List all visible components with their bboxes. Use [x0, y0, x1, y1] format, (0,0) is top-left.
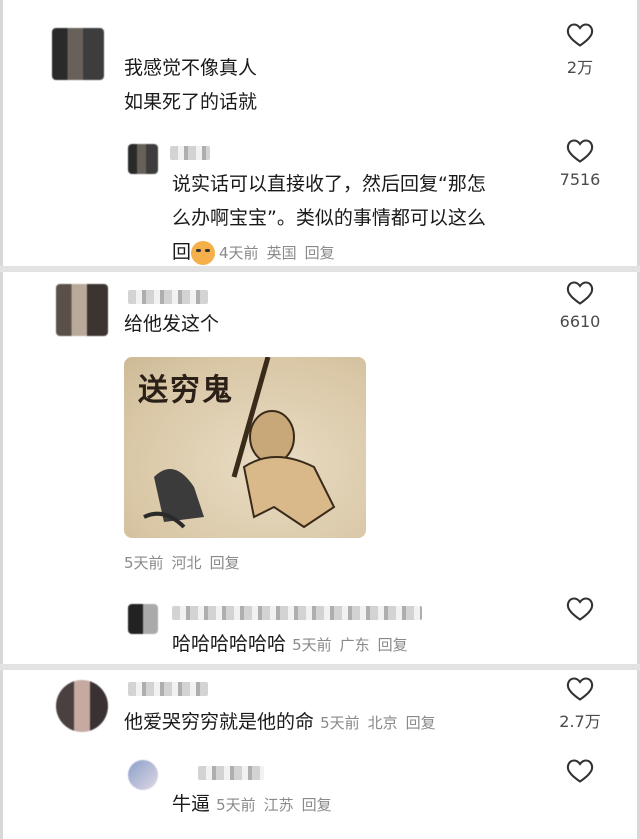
reply-button[interactable]: 回复: [406, 714, 436, 732]
reply-text: 么办啊宝宝”。类似的事情都可以这么: [172, 207, 486, 229]
like-button[interactable]: [550, 596, 610, 622]
reply-button[interactable]: 回复: [378, 636, 408, 654]
timestamp: 5天前: [292, 636, 332, 654]
avatar[interactable]: [128, 760, 158, 790]
meta-line: 5天前 北京 回复: [320, 714, 444, 732]
meta-line: 4天前 英国 回复: [219, 244, 343, 262]
reply-button[interactable]: 回复: [302, 796, 332, 814]
reply-text: 牛逼: [172, 793, 211, 815]
meta-line: 5天前 河北 回复: [124, 552, 248, 573]
reply-text-line: 哈哈哈哈哈哈 5天前 广东 回复: [172, 628, 416, 661]
location: 英国: [266, 244, 297, 262]
heart-icon[interactable]: [566, 280, 594, 306]
location: 广东: [339, 636, 370, 654]
reply-text-line3: 回 4天前 英国 回复: [172, 236, 343, 269]
meta-line: 5天前 江苏 回复: [216, 796, 340, 814]
comment-text: 我感觉不像真人: [124, 57, 258, 79]
username-blurred[interactable]: [198, 766, 264, 780]
comment-text: 如果死了的话就: [124, 91, 258, 113]
reply-button[interactable]: 回复: [305, 244, 335, 262]
reply-button[interactable]: 回复: [210, 554, 240, 572]
blur-mask: [268, 88, 528, 118]
comment-divider: [0, 664, 640, 670]
location: 河北: [171, 554, 202, 572]
location: 江苏: [263, 796, 294, 814]
blur-mask: [268, 54, 528, 84]
like-button[interactable]: 2.7万: [550, 676, 610, 732]
like-count: 6610: [559, 312, 601, 331]
timestamp: 5天前: [320, 714, 360, 732]
comment-text: 他爱哭穷穷就是他的命: [124, 711, 315, 733]
comment-divider: [0, 266, 640, 272]
like-count: 2.7万: [559, 712, 601, 731]
heart-icon[interactable]: [566, 676, 594, 702]
reply-text: 哈哈哈哈哈哈: [172, 633, 287, 655]
timestamp: 4天前: [219, 244, 259, 262]
avatar[interactable]: [128, 604, 158, 634]
timestamp: 5天前: [216, 796, 256, 814]
reply-text: 说实话可以直接收了，然后回复“那怎: [172, 173, 486, 195]
like-button[interactable]: 2万: [550, 22, 610, 78]
avatar[interactable]: [56, 284, 108, 336]
avatar[interactable]: [56, 680, 108, 732]
avatar[interactable]: [128, 144, 158, 174]
reply-text: 回: [172, 241, 192, 263]
reply-text-line: 牛逼 5天前 江苏 回复: [172, 788, 340, 821]
avatar[interactable]: [52, 28, 104, 80]
meta-line: 5天前 广东 回复: [292, 636, 416, 654]
comment-image[interactable]: 送穷鬼: [124, 357, 366, 538]
laughing-cat-emoji-icon: [191, 240, 216, 265]
like-count: 7516: [559, 170, 601, 189]
like-button[interactable]: [550, 758, 610, 784]
timestamp: 5天前: [124, 554, 164, 572]
heart-icon[interactable]: [566, 138, 594, 164]
username-blurred[interactable]: [128, 682, 208, 696]
comment-text: 给他发这个: [124, 313, 220, 335]
username-blurred[interactable]: [128, 290, 208, 304]
like-count: 2万: [566, 58, 594, 77]
heart-icon[interactable]: [566, 22, 594, 48]
comment-text-line: 他爱哭穷穷就是他的命 5天前 北京 回复: [124, 706, 444, 739]
location: 北京: [367, 714, 398, 732]
like-button[interactable]: 6610: [550, 280, 610, 331]
like-button[interactable]: 7516: [550, 138, 610, 189]
heart-icon[interactable]: [566, 596, 594, 622]
username-blurred[interactable]: [170, 146, 210, 160]
ink-painting-illustration: [143, 357, 336, 529]
heart-icon[interactable]: [566, 758, 594, 784]
username-blurred[interactable]: [172, 606, 422, 620]
